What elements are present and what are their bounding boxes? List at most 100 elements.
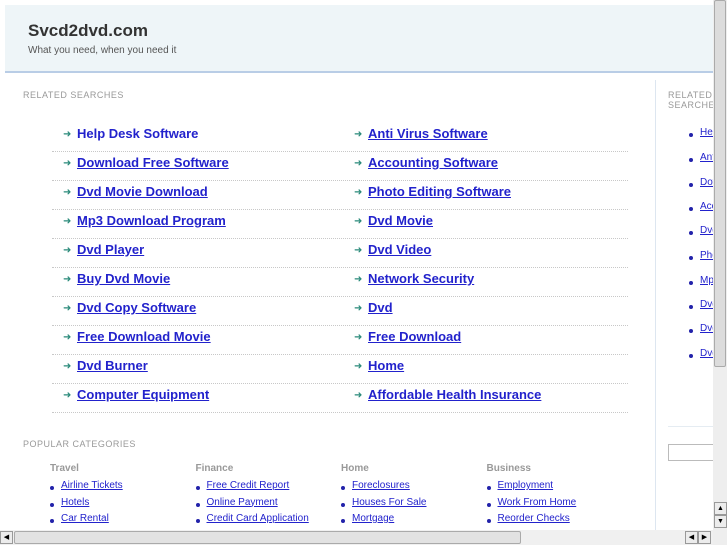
bullet-icon bbox=[341, 486, 345, 490]
related-link[interactable]: Computer Equipment bbox=[77, 387, 209, 402]
sidebar-link[interactable]: Dvd Video bbox=[700, 348, 713, 359]
category-link[interactable]: Foreclosures bbox=[352, 480, 410, 491]
related-link[interactable]: Mp3 Download Program bbox=[77, 213, 226, 228]
related-row: ➜ Computer Equipment ➜ Affordable Health In… bbox=[52, 384, 628, 413]
arrow-icon: ➜ bbox=[354, 187, 363, 198]
related-link[interactable]: Free Download Movie bbox=[77, 329, 211, 344]
related-link[interactable]: Dvd Burner bbox=[77, 358, 148, 373]
bullet-icon bbox=[486, 502, 491, 507]
arrow-icon: ➜ bbox=[63, 274, 72, 285]
related-row: ➜ Dvd Movie Download ➜ Photo Editing Softwa… bbox=[52, 181, 628, 210]
scroll-left-end-icon[interactable]: ◀ bbox=[685, 531, 698, 544]
arrow-icon: ➜ bbox=[354, 361, 363, 372]
related-link[interactable]: Dvd bbox=[368, 300, 393, 315]
related-link[interactable]: Download Free Software bbox=[77, 155, 229, 170]
category-link[interactable]: Reorder Checks bbox=[498, 513, 570, 524]
bullet-icon bbox=[689, 133, 693, 137]
sidebar-divider bbox=[668, 426, 713, 427]
related-link[interactable]: Affordable Health Insurance bbox=[368, 387, 541, 402]
arrow-icon: ➜ bbox=[63, 216, 72, 227]
related-link[interactable]: Help Desk Software bbox=[77, 126, 198, 141]
site-header: Svcd2dvd.com What you need, when you nee… bbox=[5, 5, 713, 73]
scrollbar-corner bbox=[713, 530, 727, 545]
category-link[interactable]: Credit Card Application bbox=[207, 513, 309, 524]
related-link[interactable]: Buy Dvd Movie bbox=[77, 271, 170, 286]
bullet-icon bbox=[486, 519, 491, 523]
related-link[interactable]: Dvd Movie Download bbox=[77, 184, 208, 199]
arrow-icon: ➜ bbox=[63, 390, 72, 401]
column-divider bbox=[655, 80, 656, 530]
bullet-icon bbox=[341, 502, 345, 507]
related-link[interactable]: Photo Editing Software bbox=[368, 184, 511, 199]
sidebar-link[interactable]: Dvd Player bbox=[700, 323, 713, 334]
sidebar-link[interactable]: Photo Editing Software bbox=[700, 250, 713, 261]
related-link[interactable]: Free Download bbox=[368, 329, 461, 344]
related-link[interactable]: Dvd Copy Software bbox=[77, 300, 196, 315]
related-link[interactable]: Home bbox=[368, 358, 404, 373]
sidebar-link[interactable]: Mp3 Download Program bbox=[700, 275, 713, 286]
vertical-scrollbar[interactable]: ▲ ▼ bbox=[713, 0, 727, 530]
popular-categories-heading: POPULAR CATEGORIES bbox=[23, 439, 136, 449]
arrow-icon: ➜ bbox=[354, 245, 363, 256]
sidebar-link[interactable]: Download Free Software bbox=[700, 177, 713, 188]
sidebar-link[interactable]: Dvd Movie bbox=[700, 299, 713, 310]
arrow-icon: ➜ bbox=[354, 158, 363, 169]
related-row: ➜ Download Free Software ➜ Accounting Softw… bbox=[52, 152, 628, 181]
bullet-icon bbox=[50, 486, 54, 490]
bullet-icon bbox=[689, 329, 693, 333]
arrow-icon: ➜ bbox=[354, 129, 363, 140]
related-row: ➜ Free Download Movie ➜ Free Download bbox=[52, 326, 628, 355]
related-row: ➜ Dvd Player ➜ Dvd Video bbox=[52, 239, 628, 268]
page-viewport: Svcd2dvd.com What you need, when you nee… bbox=[0, 0, 713, 530]
horizontal-scroll-thumb[interactable] bbox=[14, 531, 521, 544]
scroll-left-icon[interactable]: ◀ bbox=[0, 531, 13, 544]
category-link[interactable]: Airline Tickets bbox=[61, 480, 123, 491]
related-link[interactable]: Dvd Player bbox=[77, 242, 144, 257]
sidebar-search-input[interactable] bbox=[668, 444, 713, 461]
category-title: Business bbox=[486, 463, 531, 474]
horizontal-scrollbar[interactable]: ◀ ◀ ▶ bbox=[0, 530, 713, 545]
arrow-icon: ➜ bbox=[63, 245, 72, 256]
bullet-icon bbox=[486, 486, 491, 490]
category-link[interactable]: Online Payment bbox=[207, 497, 278, 508]
bullet-icon bbox=[689, 354, 693, 358]
category-link[interactable]: Car Rental bbox=[61, 513, 109, 524]
related-row: ➜ Buy Dvd Movie ➜ Network Security bbox=[52, 268, 628, 297]
related-link[interactable]: Accounting Software bbox=[368, 155, 498, 170]
category-link[interactable]: Work From Home bbox=[498, 497, 577, 508]
bullet-icon bbox=[50, 519, 54, 523]
bullet-icon bbox=[50, 502, 54, 507]
scroll-up-icon[interactable]: ▲ bbox=[714, 502, 727, 515]
bullet-icon bbox=[195, 486, 200, 490]
scroll-down-icon[interactable]: ▼ bbox=[714, 515, 727, 528]
sidebar-link[interactable]: Dvd Movie Download bbox=[700, 225, 713, 236]
related-link[interactable]: Dvd Movie bbox=[368, 213, 433, 228]
sidebar-link[interactable]: Anti Virus Software bbox=[700, 152, 713, 163]
arrow-icon: ➜ bbox=[63, 158, 72, 169]
related-link[interactable]: Network Security bbox=[368, 271, 474, 286]
related-row: ➜ Dvd Copy Software ➜ Dvd bbox=[52, 297, 628, 326]
vertical-scroll-thumb[interactable] bbox=[714, 0, 726, 367]
arrow-icon: ➜ bbox=[63, 129, 72, 140]
sidebar-link[interactable]: Accounting Software bbox=[700, 201, 713, 212]
category-title: Travel bbox=[50, 463, 79, 474]
category-link[interactable]: Houses For Sale bbox=[352, 497, 426, 508]
arrow-icon: ➜ bbox=[63, 187, 72, 198]
arrow-icon: ➜ bbox=[354, 332, 363, 343]
category-link[interactable]: Hotels bbox=[61, 497, 89, 508]
category-link[interactable]: Mortgage bbox=[352, 513, 394, 524]
sidebar-link[interactable]: Help Desk Software bbox=[700, 127, 713, 138]
scroll-right-icon[interactable]: ▶ bbox=[698, 531, 711, 544]
bullet-icon bbox=[689, 305, 693, 309]
related-link[interactable]: Dvd Video bbox=[368, 242, 431, 257]
bullet-icon bbox=[195, 502, 200, 507]
bullet-icon bbox=[689, 281, 693, 285]
site-title: Svcd2dvd.com bbox=[28, 21, 148, 40]
bullet-icon bbox=[341, 519, 345, 523]
category-link[interactable]: Free Credit Report bbox=[207, 480, 290, 491]
arrow-icon: ➜ bbox=[354, 274, 363, 285]
related-link[interactable]: Anti Virus Software bbox=[368, 126, 488, 141]
category-link[interactable]: Employment bbox=[498, 480, 554, 491]
category-title: Finance bbox=[195, 463, 234, 474]
bullet-icon bbox=[689, 207, 693, 211]
